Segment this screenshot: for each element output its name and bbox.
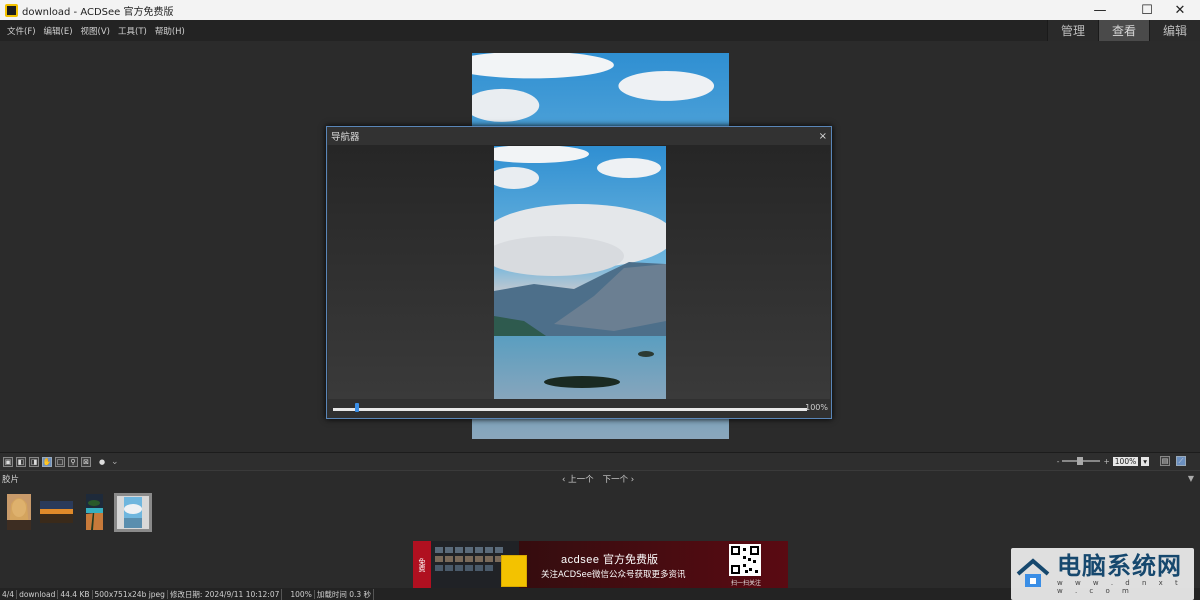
acdsee-app-icon — [5, 3, 18, 17]
status-filesize: 44.4 KB — [58, 589, 93, 599]
zoom-dropdown[interactable]: ▾ — [1141, 456, 1149, 466]
thumbnail[interactable] — [40, 501, 73, 523]
select-tool-icon[interactable]: □ — [55, 456, 65, 467]
zoom-out-button[interactable]: - — [1057, 457, 1060, 466]
menu-help[interactable]: 帮助(H) — [151, 25, 189, 37]
status-load-time: 加载时间 0.3 秒 — [315, 588, 375, 600]
house-logo-icon — [1015, 556, 1051, 592]
zoom-slider[interactable] — [1062, 457, 1101, 465]
title-bar: download - ACDSee 官方免费版 — ☐ ✕ — [0, 0, 1200, 20]
effects-icon[interactable]: ● — [97, 457, 107, 467]
navigator-panel[interactable]: 导航器 × 100% — [326, 126, 832, 419]
navigator-title: 导航器 — [331, 132, 360, 143]
fullscreen-icon[interactable]: ▤ — [1160, 456, 1170, 466]
thumbnail-selected[interactable] — [114, 493, 152, 532]
navigator-preview[interactable] — [328, 145, 830, 404]
menu-bar: 文件(F) 编辑(E) 视图(V) 工具(T) 帮助(H) — [0, 20, 1200, 41]
watermark-text: 电脑系统网 w w w . d n x t w . c o m — [1057, 551, 1194, 596]
mode-switcher: 管理 查看 编辑 — [1047, 20, 1200, 41]
navigator-footer: 100% — [327, 399, 831, 418]
filmstrip-collapse-icon[interactable]: ▼ — [1188, 474, 1194, 483]
zoom-in-button[interactable]: + — [1103, 457, 1109, 466]
zoom-slider-handle[interactable] — [1077, 457, 1084, 465]
ad-subtitle: 关注ACDSee微信公众号获取更多资讯 — [541, 570, 686, 580]
image-viewer[interactable]: 导航器 × 100% — [0, 41, 1200, 452]
menu-file[interactable]: 文件(F) — [3, 25, 40, 37]
navigator-header: 导航器 × — [327, 127, 831, 145]
navigator-zoom-slider[interactable] — [333, 408, 807, 411]
filmstrip-header: 胶片 ‹ 上一个 下一个 › ▼ — [0, 470, 1200, 486]
navigator-close-icon[interactable]: × — [819, 131, 827, 142]
zoom-value[interactable]: 100% — [1112, 456, 1139, 466]
navigator-zoom-value: 100% — [805, 403, 828, 412]
navigator-image — [494, 146, 666, 404]
effects-dropdown-icon[interactable]: ⌄ — [111, 457, 119, 467]
window-title: download - ACDSee 官方免费版 — [22, 6, 174, 18]
view-toolbar: ▣ ◧ ◨ ✋ □ ⚲ ⊠ ● ⌄ - + 100% ▾ ▤ ⟋ — [0, 452, 1200, 470]
status-dimensions: 500x751x24b jpeg — [93, 589, 168, 599]
site-watermark: 电脑系统网 w w w . d n x t w . c o m — [1011, 548, 1194, 600]
status-index: 4/4 — [0, 589, 18, 599]
ad-free-badge: 免费 — [413, 541, 431, 588]
menu-view[interactable]: 视图(V) — [77, 25, 114, 37]
menu-tools[interactable]: 工具(T) — [114, 25, 151, 37]
watermark-title: 电脑系统网 — [1057, 551, 1182, 580]
status-modified: 修改日期: 2024/9/11 10:12:07 — [168, 588, 283, 600]
qr-code-icon — [729, 544, 761, 576]
mode-manage[interactable]: 管理 — [1047, 20, 1098, 41]
filmstrip — [0, 486, 1200, 541]
ad-banner[interactable]: 免费 acdsee 官方免费版 关注ACDSee微信公众号获取更多资讯 扫一扫关… — [413, 541, 788, 588]
zoom-control: - + 100% ▾ ▤ ⟋ — [1057, 456, 1186, 466]
pan-mode-icon[interactable]: ⟋ — [1176, 456, 1186, 466]
mode-edit[interactable]: 编辑 — [1149, 20, 1200, 41]
thumbnail[interactable] — [86, 494, 103, 530]
menu-edit[interactable]: 编辑(E) — [40, 25, 77, 37]
hand-tool-icon[interactable]: ✋ — [42, 456, 52, 467]
fit-screen-icon[interactable]: ⊠ — [81, 456, 91, 467]
status-zoom: 100% — [288, 589, 315, 599]
zoom-tool-icon[interactable]: ⚲ — [68, 456, 78, 467]
ad-title-text: 官方免费版 — [602, 553, 658, 566]
close-button[interactable]: ✕ — [1160, 0, 1200, 20]
mode-view[interactable]: 查看 — [1098, 20, 1149, 41]
thumbnail[interactable] — [7, 494, 31, 530]
minimize-button[interactable]: — — [1080, 0, 1120, 20]
watermark-url: w w w . d n x t w . c o m — [1057, 579, 1183, 595]
ad-title: acdsee 官方免费版 — [561, 551, 658, 567]
rotate-left-icon[interactable]: ◧ — [16, 456, 26, 467]
navigator-zoom-handle[interactable] — [354, 403, 359, 412]
qr-caption: 扫一扫关注 — [731, 580, 762, 587]
filmstrip-navigation: ‹ 上一个 下一个 › — [562, 473, 634, 485]
ad-product-box — [501, 555, 527, 587]
status-filename: download — [17, 589, 59, 599]
next-button[interactable]: 下一个 › — [603, 473, 635, 485]
rotate-right-icon[interactable]: ◨ — [29, 456, 39, 467]
filmstrip-label: 胶片 — [2, 474, 20, 485]
open-icon[interactable]: ▣ — [3, 456, 13, 467]
previous-button[interactable]: ‹ 上一个 — [562, 473, 594, 485]
ad-brand: acdsee — [561, 554, 600, 566]
